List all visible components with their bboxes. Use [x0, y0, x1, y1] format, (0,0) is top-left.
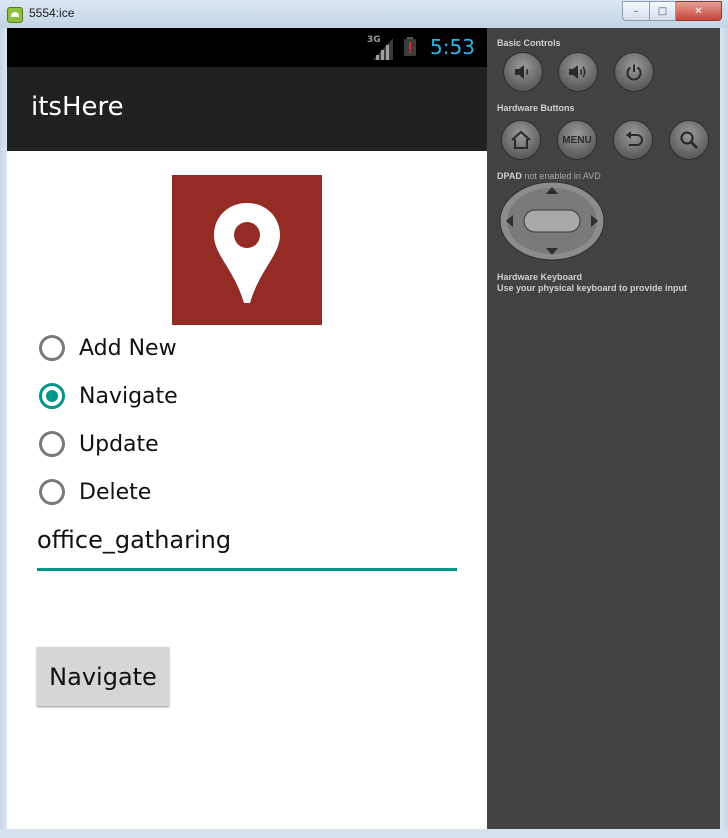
action-bar: itsHere	[7, 67, 487, 151]
search-button[interactable]	[670, 121, 708, 159]
dpad-label-text: DPAD	[497, 171, 522, 181]
window-title: 5554:ice	[29, 6, 75, 20]
radio-label: Update	[79, 431, 159, 457]
basic-controls-label: Basic Controls	[497, 38, 561, 48]
android-app-icon	[7, 7, 23, 23]
maximize-button[interactable]: □	[650, 1, 676, 21]
signal-icon	[373, 38, 393, 60]
power-icon	[626, 64, 642, 81]
battery-warning-icon	[404, 37, 416, 56]
search-icon	[680, 131, 698, 149]
location-name-field[interactable]: office_gatharing	[37, 523, 457, 573]
radio-label: Add New	[79, 335, 177, 361]
back-button[interactable]	[614, 121, 652, 159]
dpad-control[interactable]	[499, 181, 605, 261]
dpad-note: not enabled in AVD	[524, 171, 601, 181]
home-icon	[511, 130, 531, 149]
close-button[interactable]: ✕	[676, 1, 722, 21]
hardware-keyboard-label: Hardware Keyboard	[497, 272, 583, 282]
hardware-keyboard-info: Hardware Keyboard Use your physical keyb…	[497, 272, 687, 294]
volume-down-button[interactable]	[504, 53, 542, 91]
window-frame-left	[0, 28, 7, 838]
location-name-value[interactable]: office_gatharing	[37, 526, 231, 554]
volume-down-icon	[515, 65, 529, 79]
status-clock: 5:53	[430, 35, 475, 59]
hardware-buttons-label: Hardware Buttons	[497, 103, 575, 113]
dpad-label: DPAD not enabled in AVD	[497, 171, 601, 181]
home-button[interactable]	[502, 121, 540, 159]
back-icon	[626, 131, 643, 146]
radio-button[interactable]	[39, 383, 65, 409]
window-frame-right	[720, 28, 728, 838]
phone-screen: 3G 5:53 itsHere Add New Navigate Update …	[7, 28, 487, 829]
radio-delete[interactable]: Delete	[39, 479, 151, 505]
volume-up-button[interactable]	[559, 53, 597, 91]
radio-update[interactable]: Update	[39, 431, 159, 457]
field-underline	[37, 568, 457, 571]
radio-button[interactable]	[39, 335, 65, 361]
radio-navigate[interactable]: Navigate	[39, 383, 178, 409]
window-titlebar: 5554:ice – □ ✕	[0, 0, 728, 29]
app-title: itsHere	[31, 92, 124, 122]
radio-button[interactable]	[39, 431, 65, 457]
radio-add-new[interactable]: Add New	[39, 335, 177, 361]
minimize-button[interactable]: –	[622, 1, 650, 21]
radio-label: Delete	[79, 479, 152, 505]
radio-button[interactable]	[39, 479, 65, 505]
navigate-button[interactable]: Navigate	[37, 647, 169, 706]
power-button[interactable]	[615, 53, 653, 91]
menu-button[interactable]: MENU	[558, 121, 596, 159]
location-pin-icon	[214, 203, 280, 303]
app-logo	[172, 175, 322, 325]
emulator-controls-panel: Basic Controls Hardware Buttons MENU DPA…	[487, 28, 720, 829]
radio-label: Navigate	[79, 383, 178, 409]
menu-button-label: MENU	[562, 134, 592, 146]
status-bar: 3G 5:53	[7, 28, 487, 67]
window-frame-bottom	[0, 829, 728, 838]
volume-up-icon	[569, 65, 586, 79]
window-controls: – □ ✕	[622, 1, 722, 21]
hardware-keyboard-note: Use your physical keyboard to provide in…	[497, 283, 688, 293]
